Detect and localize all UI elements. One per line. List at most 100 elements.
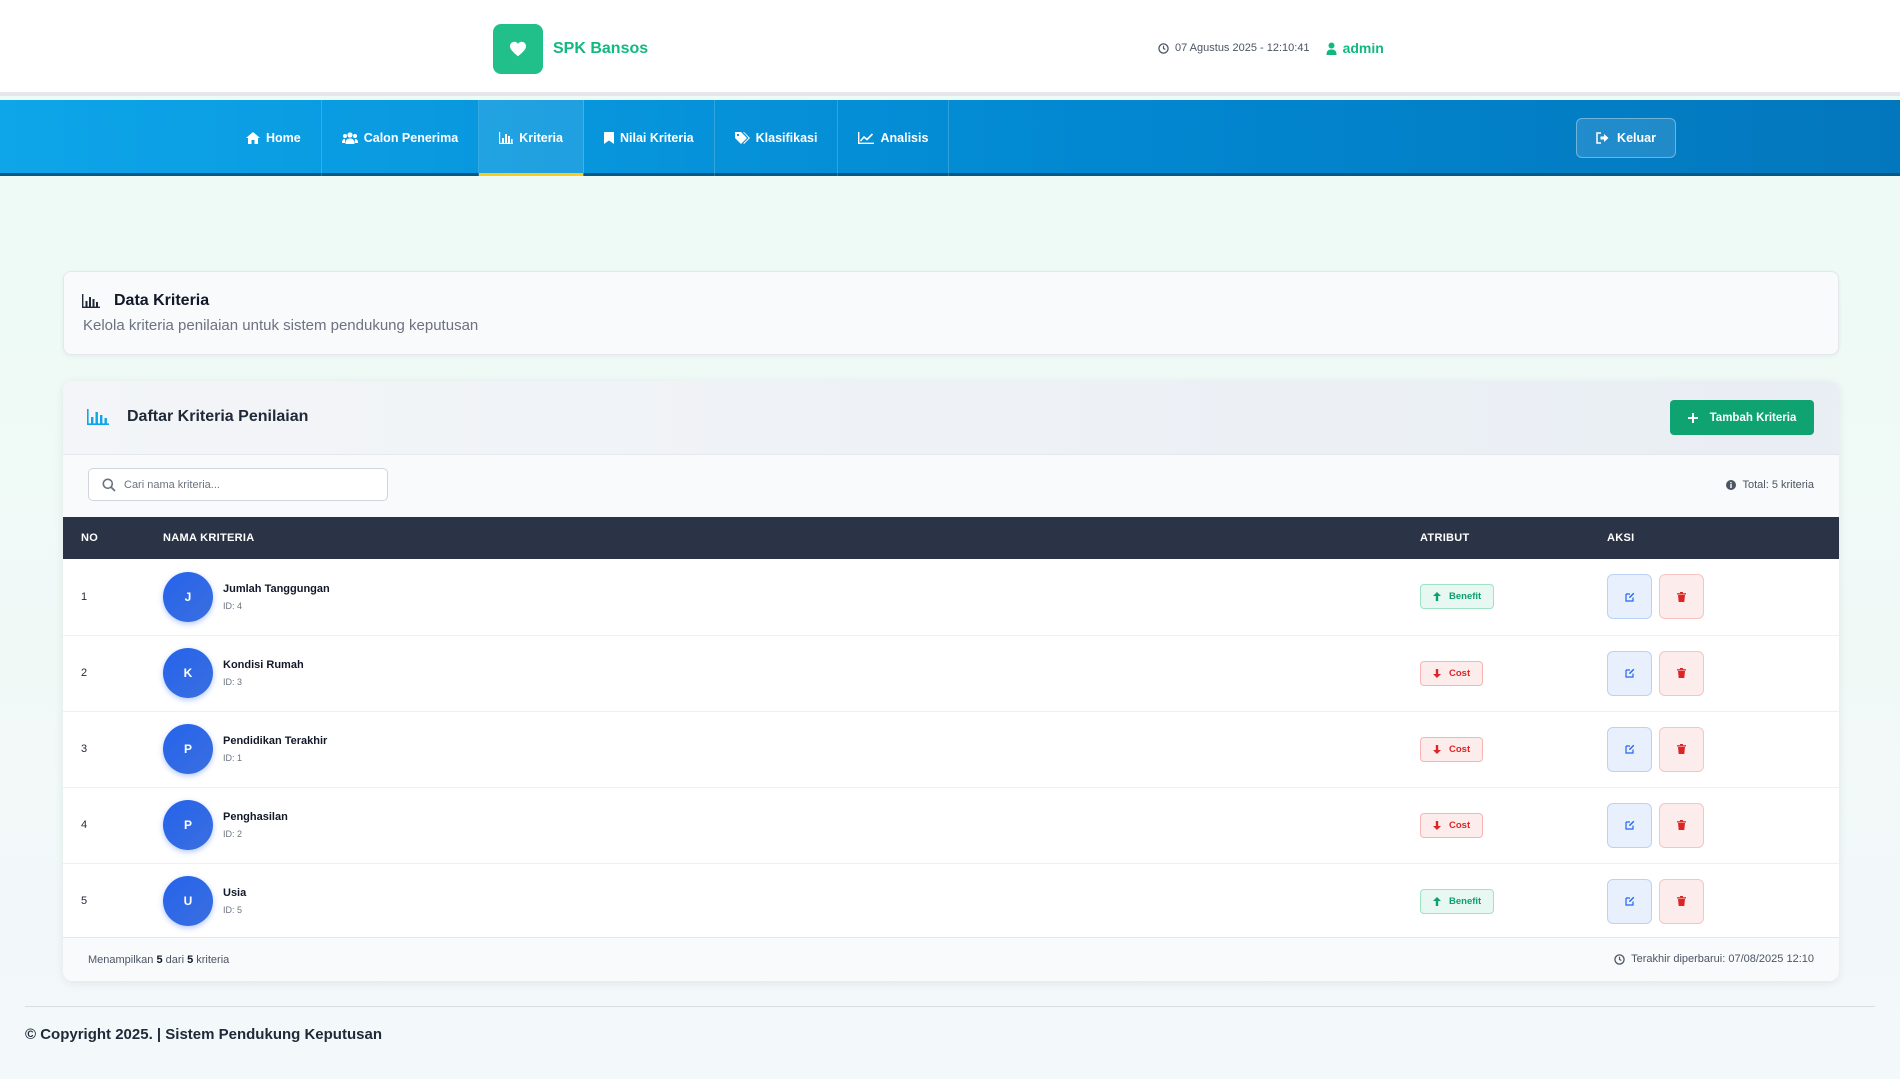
attribute-badge: Cost [1420,736,1484,762]
arrow-down-icon [1433,820,1441,830]
edit-button[interactable] [1607,650,1652,696]
nav-label: Kriteria [519,131,563,145]
nav-item-klasifikasi[interactable]: Klasifikasi [715,100,839,176]
clock-icon [1614,953,1625,965]
edit-icon [1624,744,1634,754]
column-header-aksi: AKSI [1607,532,1635,544]
row-number: 1 [81,590,88,603]
criteria-card: Daftar Kriteria Penilaian Tambah Kriteri… [63,381,1839,981]
page-header-card: Data Kriteria Kelola kriteria penilaian … [63,271,1839,355]
bar-chart-icon [499,132,514,144]
criteria-id: ID: 5 [223,905,243,915]
top-header: SPK Bansos 07 Agustus 2025 - 12:10:41 ad… [0,0,1900,96]
total-count: Total: 5 kriteria [1726,479,1814,491]
delete-button[interactable] [1659,878,1704,924]
shown-count: 5 [156,954,163,966]
delete-button[interactable] [1659,574,1704,620]
attribute-label: Cost [1449,667,1471,679]
table-row: 3 P Pendidikan Terakhir ID: 1 Cost [63,711,1839,787]
edit-button[interactable] [1607,574,1652,620]
attribute-label: Benefit [1449,895,1482,907]
search-box[interactable] [88,468,388,501]
edit-button[interactable] [1607,802,1652,848]
brand-name: SPK Bansos [553,40,649,57]
showing-prefix: Menampilkan [88,954,154,966]
add-criteria-label: Tambah Kriteria [1709,411,1797,424]
row-number: 4 [81,819,88,831]
user-menu[interactable]: admin [1326,40,1384,56]
add-criteria-button[interactable]: Tambah Kriteria [1670,400,1814,435]
page-subtitle: Kelola kriteria penilaian untuk sistem p… [83,317,479,334]
nav-item-calon-penerima[interactable]: Calon Penerima [322,100,480,176]
avatar: P [163,724,213,774]
nav-label: Calon Penerima [363,131,459,145]
user-name: admin [1342,40,1384,56]
header-info: 07 Agustus 2025 - 12:10:41 admin [1158,40,1384,56]
attribute-badge: Cost [1420,812,1484,838]
copyright: © Copyright 2025. | Sistem Pendukung Kep… [25,1026,382,1043]
edit-button[interactable] [1607,878,1652,924]
last-updated: Terakhir diperbarui: 07/08/2025 12:10 [1614,953,1814,965]
showing-count: Menampilkan 5 dari 5 kriteria [88,954,229,966]
tags-icon [734,132,750,144]
arrow-down-icon [1433,744,1441,754]
edit-icon [1624,668,1634,678]
line-chart-icon [858,132,875,144]
total-label: Total: 5 kriteria [1742,479,1814,491]
logout-button[interactable]: Keluar [1576,118,1676,158]
edit-icon [1624,820,1634,830]
attribute-badge: Benefit [1420,584,1495,610]
criteria-name: Usia [223,887,247,899]
row-number: 3 [81,743,88,755]
row-number: 2 [81,667,88,679]
bar-chart-icon [82,294,100,308]
showing-suffix: kriteria [196,954,230,966]
nav-item-analisis[interactable]: Analisis [838,100,950,176]
trash-icon [1677,591,1686,602]
avatar: K [163,648,213,698]
criteria-id: ID: 4 [223,600,243,611]
page-title: Data Kriteria [114,292,210,309]
table-row: 1 J Jumlah Tanggungan ID: 4 Benefit [63,559,1839,635]
trash-icon [1677,744,1686,754]
criteria-id: ID: 3 [223,677,243,687]
nav-item-home[interactable]: Home [226,100,322,176]
criteria-name: Jumlah Tanggungan [223,582,330,595]
edit-button[interactable] [1607,726,1652,772]
nav-item-nilai-kriteria[interactable]: Nilai Kriteria [584,100,715,176]
user-icon [1326,42,1337,55]
criteria-name: Kondisi Rumah [223,659,304,671]
attribute-badge: Benefit [1420,888,1495,914]
total-number: 5 [187,954,194,966]
column-header-no: NO [81,532,99,544]
bar-chart-icon [87,409,109,425]
brand[interactable]: SPK Bansos [493,24,648,74]
trash-icon [1677,820,1686,830]
header-datetime: 07 Agustus 2025 - 12:10:41 [1175,42,1310,54]
card-title: Daftar Kriteria Penilaian [127,408,309,425]
edit-icon [1624,592,1634,602]
attribute-label: Benefit [1449,591,1482,603]
avatar: P [163,800,213,850]
card-footer: Menampilkan 5 dari 5 kriteria Terakhir d… [63,937,1839,981]
clock-icon [1158,42,1169,54]
home-icon [246,132,260,144]
delete-button[interactable] [1659,802,1704,848]
avatar: J [163,571,213,622]
column-header-nama: NAMA KRITERIA [163,532,255,544]
arrow-up-icon [1433,592,1441,602]
search-input[interactable] [124,478,364,491]
table-row: 5 U Usia ID: 5 Benefit [63,863,1839,939]
attribute-label: Cost [1449,819,1471,831]
info-icon [1726,480,1737,490]
arrow-down-icon [1433,668,1441,678]
delete-button[interactable] [1659,726,1704,772]
search-icon [102,478,116,492]
nav-label: Nilai Kriteria [620,131,694,145]
attribute-label: Cost [1449,743,1471,755]
plus-icon [1687,412,1698,423]
nav-item-kriteria[interactable]: Kriteria [479,100,584,176]
sign-out-icon [1596,132,1609,144]
nav-label: Klasifikasi [755,131,818,145]
delete-button[interactable] [1659,650,1704,696]
